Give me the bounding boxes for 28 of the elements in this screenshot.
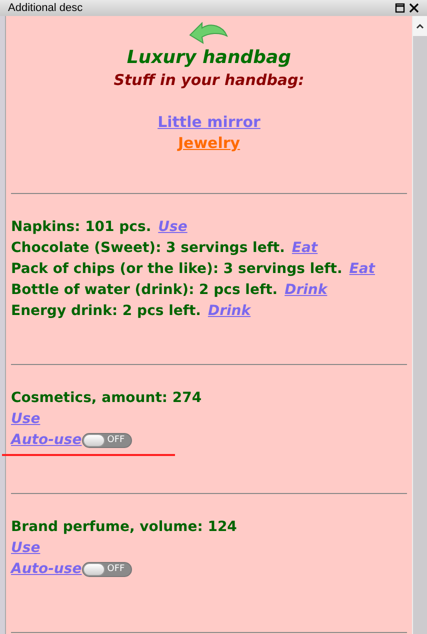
auto-use-link[interactable]: Auto-use xyxy=(11,430,82,451)
action-link[interactable]: Drink xyxy=(284,280,328,301)
item-link[interactable]: Little mirror xyxy=(158,112,260,132)
switch-label: OFF xyxy=(107,436,125,445)
use-link[interactable]: Use xyxy=(11,538,40,559)
use-link[interactable]: Use xyxy=(11,409,40,430)
item-text: Energy drink: 2 pcs left. xyxy=(11,302,201,321)
toggle-switch[interactable]: OFF xyxy=(82,562,132,577)
restore-icon[interactable] xyxy=(395,3,405,13)
item-text: Brand perfume, volume: 124 xyxy=(11,518,238,537)
item-text: Chocolate (Sweet): 3 servings left. xyxy=(11,239,285,258)
toggle-switch[interactable]: OFF xyxy=(82,433,132,448)
page-subtitle: Stuff in your handbag: xyxy=(112,70,306,90)
close-icon[interactable] xyxy=(409,3,419,13)
action-link[interactable]: Drink xyxy=(208,301,251,322)
action-link[interactable]: Use xyxy=(158,217,188,238)
action-link[interactable]: Eat xyxy=(292,238,318,259)
item-text: Napkins: 101 pcs. xyxy=(11,218,152,237)
window-title: Additional desc xyxy=(8,2,83,14)
item-text: Pack of chips (or the like): 3 servings left. xyxy=(11,260,342,279)
item-link[interactable]: Jewelry xyxy=(178,133,240,153)
item-text: Bottle of water (drink): 2 pcs left. xyxy=(11,281,278,300)
switch-label: OFF xyxy=(107,565,125,574)
scroll-up-icon[interactable] xyxy=(416,23,424,29)
page-title: Luxury handbag xyxy=(126,46,292,70)
auto-use-link[interactable]: Auto-use xyxy=(11,559,82,580)
action-link[interactable]: Eat xyxy=(349,259,375,280)
item-text: Cosmetics, amount: 274 xyxy=(11,389,203,408)
